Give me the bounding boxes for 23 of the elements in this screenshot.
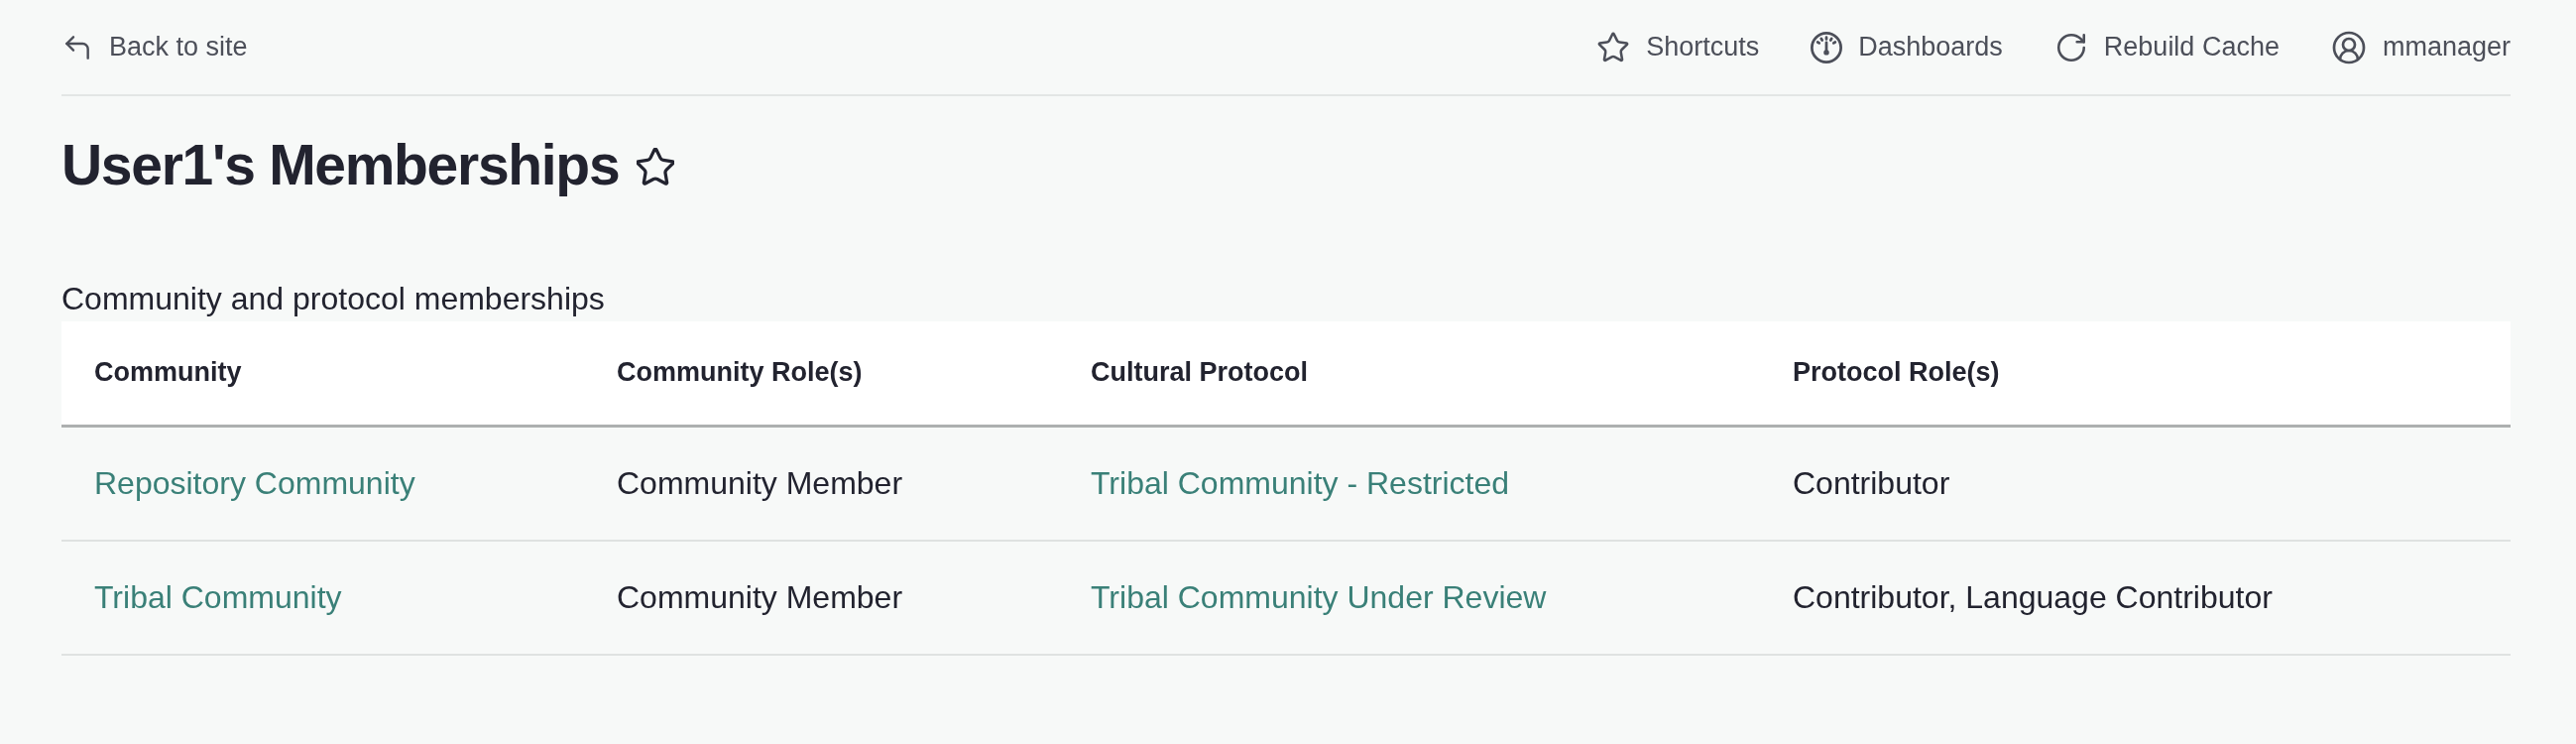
table-caption: Community and protocol memberships xyxy=(61,280,606,318)
protocol-link[interactable]: Tribal Community - Restricted xyxy=(1091,464,1509,502)
user-icon xyxy=(2330,29,2367,65)
nav-link[interactable]: mmanager xyxy=(2330,29,2511,65)
table-cell: Community Member xyxy=(617,464,903,502)
star-icon[interactable] xyxy=(637,148,675,186)
column-header: Community xyxy=(93,357,243,389)
star-icon xyxy=(1596,30,1631,64)
table-cell: Contributor, Language Contributor xyxy=(1793,578,2273,616)
table-cell: Community Member xyxy=(617,578,903,616)
table-cell: Contributor xyxy=(1793,464,1950,502)
column-header: Cultural Protocol xyxy=(1090,357,1309,389)
column-header: Community Role(s) xyxy=(616,357,864,389)
community-link[interactable]: Repository Community xyxy=(94,464,415,502)
gauge-icon xyxy=(1811,31,1843,63)
back-link[interactable]: Back to site xyxy=(61,31,248,63)
nav-link[interactable]: Rebuild Cache xyxy=(2053,30,2280,64)
column-header: Protocol Role(s) xyxy=(1792,357,2001,389)
page-title: User1's Memberships xyxy=(61,132,620,198)
protocol-link[interactable]: Tribal Community Under Review xyxy=(1091,578,1547,616)
nav-link[interactable]: Dashboards xyxy=(1811,31,2003,63)
community-link[interactable]: Tribal Community xyxy=(94,578,342,616)
nav-link[interactable]: Shortcuts xyxy=(1596,30,1760,64)
